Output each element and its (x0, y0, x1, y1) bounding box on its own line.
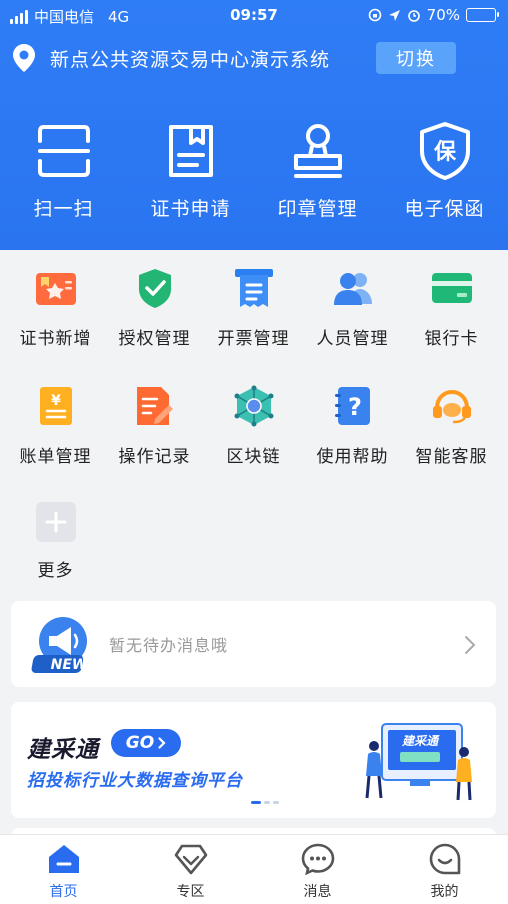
banner-go-label: GO (125, 733, 155, 753)
quick-action-guarantee[interactable]: 保 电子保函 (381, 120, 508, 221)
chevron-right-icon (158, 737, 166, 749)
service-label: 开票管理 (217, 329, 290, 349)
megaphone-icon: NEW (31, 617, 88, 673)
home-icon (46, 841, 82, 877)
quick-action-label: 扫一扫 (33, 198, 94, 220)
banner-subtitle: 招投标行业大数据查询平台 (27, 771, 243, 791)
tab-label: 我的 (430, 884, 459, 900)
quick-action-scan[interactable]: 扫一扫 (0, 120, 127, 221)
banner-dot (273, 801, 279, 804)
plus-icon (35, 502, 76, 542)
service-blockchain[interactable]: 区块链 (204, 384, 303, 467)
quick-action-label: 电子保函 (404, 198, 485, 220)
banner-brand: 建采通 (27, 737, 99, 763)
todo-notice-text: 暂无待办消息哦 (109, 636, 229, 655)
help-icon: ? (331, 384, 375, 428)
headset-icon (430, 384, 474, 428)
service-label: 人员管理 (316, 329, 389, 349)
svg-text:?: ? (348, 393, 362, 421)
location-pin-icon (13, 44, 35, 72)
shield-check-icon (133, 266, 177, 310)
quick-action-seal[interactable]: 印章管理 (254, 120, 381, 221)
service-row: 更多 (6, 502, 105, 581)
operation-log-icon (133, 384, 177, 428)
certificate-add-icon (34, 266, 78, 310)
diamond-icon (173, 841, 209, 877)
tab-messages[interactable]: 消息 (254, 835, 381, 904)
service-label: 操作记录 (118, 447, 191, 467)
service-label: 区块链 (226, 447, 281, 467)
service-bank-card[interactable]: 银行卡 (402, 266, 501, 349)
banner-dot-active (251, 801, 261, 804)
banner-pagination (251, 801, 279, 804)
service-row: 证书新增 授权管理 开票管理 人员管理 银行卡 (6, 266, 501, 349)
quick-action-certificate-apply[interactable]: 证书申请 (127, 120, 254, 221)
service-label: 使用帮助 (316, 447, 389, 467)
blockchain-icon (232, 384, 276, 428)
chevron-right-icon (465, 636, 476, 654)
quick-action-label: 印章管理 (277, 198, 358, 220)
tab-zone[interactable]: 专区 (127, 835, 254, 904)
battery-percent: 70% (426, 6, 460, 24)
people-icon (331, 266, 375, 310)
tab-label: 首页 (49, 884, 78, 900)
quick-action-label: 证书申请 (150, 198, 231, 220)
service-invoice[interactable]: 开票管理 (204, 266, 303, 349)
banner-illustration: 建采通 (365, 723, 472, 801)
switch-button[interactable]: 切换 (376, 42, 456, 74)
alarm-icon (407, 10, 420, 22)
service-label: 更多 (37, 561, 74, 581)
promo-banner[interactable]: 建采通 GO 招投标行业大数据查询平台 建采通 (11, 702, 496, 818)
bill-icon: ¥ (34, 384, 78, 428)
message-icon (300, 841, 336, 877)
location-arrow-icon (388, 9, 400, 21)
service-row: ¥ 账单管理 操作记录 区块链 ? 使用帮助 智能客服 (6, 384, 501, 467)
profile-icon (427, 841, 463, 877)
banner-dot (264, 801, 270, 804)
service-label: 证书新增 (19, 329, 92, 349)
todo-notice-card[interactable]: NEW 暂无待办消息哦 (11, 601, 496, 687)
service-authorization[interactable]: 授权管理 (105, 266, 204, 349)
tab-profile[interactable]: 我的 (381, 835, 508, 904)
battery-icon (466, 8, 499, 22)
svg-text:¥: ¥ (51, 393, 61, 409)
service-label: 智能客服 (415, 447, 488, 467)
service-label: 银行卡 (424, 329, 479, 349)
invoice-icon (232, 266, 276, 310)
lock-rotation-icon (368, 8, 381, 22)
guarantee-icon: 保 (415, 120, 475, 182)
bank-card-icon (430, 266, 474, 310)
service-more[interactable]: 更多 (6, 502, 105, 581)
certificate-apply-icon (161, 120, 221, 182)
service-bill[interactable]: ¥ 账单管理 (6, 384, 105, 467)
location-bar: 新点公共资源交易中心演示系统 切换 (12, 40, 496, 76)
service-operation-log[interactable]: 操作记录 (105, 384, 204, 467)
system-title: 新点公共资源交易中心演示系统 (50, 48, 331, 71)
tab-label: 消息 (303, 884, 332, 900)
tab-label: 专区 (176, 884, 205, 900)
service-people[interactable]: 人员管理 (303, 266, 402, 349)
header-section: 中国电信 4G 09:57 70% 新点公共资源交易中心演示系统 切换 扫一扫 … (0, 0, 508, 250)
scan-icon (34, 120, 94, 182)
service-certificate-add[interactable]: 证书新增 (6, 266, 105, 349)
new-badge: NEW (51, 657, 88, 673)
quick-actions: 扫一扫 证书申请 印章管理 保 电子保函 (0, 120, 508, 221)
seal-icon (288, 120, 348, 182)
service-label: 账单管理 (19, 447, 92, 467)
service-help[interactable]: ? 使用帮助 (303, 384, 402, 467)
banner-go-button[interactable]: GO (111, 729, 181, 757)
status-bar: 中国电信 4G 09:57 70% (0, 0, 508, 32)
illustration-screen-text: 建采通 (401, 734, 440, 748)
tab-home[interactable]: 首页 (0, 835, 127, 904)
service-label: 授权管理 (118, 329, 191, 349)
svg-text:保: 保 (432, 140, 456, 165)
service-customer-service[interactable]: 智能客服 (402, 384, 501, 467)
bottom-tab-bar: 首页 专区 消息 我的 (0, 834, 508, 904)
